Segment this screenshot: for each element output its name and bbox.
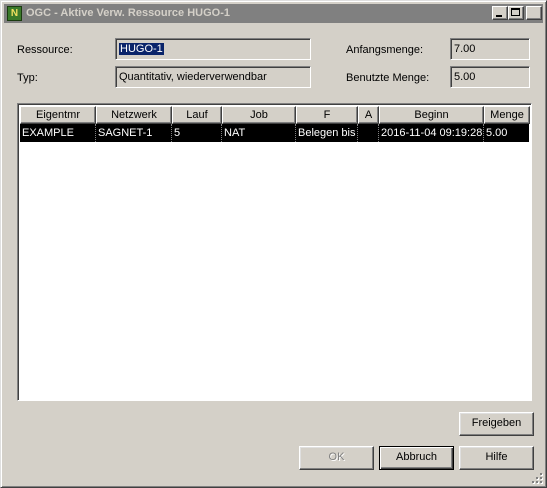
table-header: Eigentmr Netzwerk Lauf Job F A Beginn Me… [20,106,531,124]
cell-a [358,124,379,142]
minimize-button[interactable] [492,6,508,20]
ressource-field[interactable]: HUGO-1 [115,38,311,60]
column-header-menge[interactable]: Menge [484,106,530,124]
cell-job: NAT [222,124,296,142]
freigeben-button[interactable]: Freigeben [459,412,534,436]
dialog-window: N OGC - Aktive Verw. Ressource HUGO-1 × … [0,0,547,488]
column-header-a[interactable]: A [358,106,379,124]
window-title: OGC - Aktive Verw. Ressource HUGO-1 [26,7,230,19]
cell-f: Belegen bis [296,124,358,142]
cell-lauf: 5 [172,124,222,142]
typ-field: Quantitativ, wiederverwendbar [115,66,311,88]
table-row[interactable]: EXAMPLE SAGNET-1 5 NAT Belegen bis 2016-… [20,124,529,142]
close-button[interactable]: × [526,6,542,20]
column-header-f[interactable]: F [296,106,358,124]
column-header-eigentmr[interactable]: Eigentmr [20,106,96,124]
benutzte-menge-value: 5.00 [454,71,476,83]
ressource-value: HUGO-1 [119,43,164,55]
abbruch-button[interactable]: Abbruch [379,446,454,470]
typ-label: Typ: [17,72,38,84]
resize-grip-icon[interactable] [531,472,543,484]
anfangsmenge-field: 7.00 [450,38,530,60]
cell-beginn: 2016-11-04 09:19:28 [379,124,484,142]
title-bar[interactable]: N OGC - Aktive Verw. Ressource HUGO-1 × [4,4,543,23]
app-icon: N [7,6,22,21]
column-header-beginn[interactable]: Beginn [379,106,484,124]
allocation-table[interactable]: Eigentmr Netzwerk Lauf Job F A Beginn Me… [17,103,532,401]
maximize-button[interactable] [508,6,524,20]
cell-netzwerk: SAGNET-1 [96,124,172,142]
column-header-job[interactable]: Job [222,106,296,124]
ok-button[interactable]: OK [299,446,374,470]
typ-value: Quantitativ, wiederverwendbar [119,71,267,83]
hilfe-button[interactable]: Hilfe [459,446,534,470]
ressource-label: Ressource: [17,44,73,56]
minimize-icon [496,15,502,17]
cell-menge: 5.00 [486,127,508,139]
anfangsmenge-label: Anfangsmenge: [346,44,424,56]
benutzte-menge-field: 5.00 [450,66,530,88]
column-header-netzwerk[interactable]: Netzwerk [96,106,172,124]
cell-eigentmr: EXAMPLE [20,124,96,142]
close-icon: × [530,6,538,18]
anfangsmenge-value: 7.00 [454,43,476,55]
benutzte-menge-label: Benutzte Menge: [346,72,430,84]
maximize-icon [511,8,520,16]
column-header-lauf[interactable]: Lauf [172,106,222,124]
